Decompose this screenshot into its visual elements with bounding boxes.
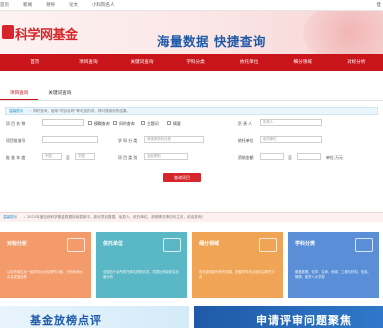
main-nav: 首页 项目查询 关键词查询 学科分类 依托单位 细分领域 对标分析: [0, 54, 383, 71]
card-title: 对标分析: [7, 241, 28, 247]
card-benchmark[interactable]: 对标分析 以依托单位及一级学科为对标研究对象，分析科研水平及发展态势: [0, 232, 91, 298]
pi-input[interactable]: 负责人: [260, 119, 322, 126]
login-link[interactable]: 登: [377, 2, 382, 8]
tab-keyword-search[interactable]: 关键词查询: [38, 87, 81, 100]
card-discipline[interactable]: 学科分类 覆盖数理、化学、生命、地球、工程与材料、信息、管理、医学八大学部: [288, 232, 379, 298]
exact-checkbox[interactable]: [113, 121, 117, 125]
card-units[interactable]: 依托单位 全国四十余所依托单位获批情况，同类比例及排名全面分析: [96, 232, 187, 298]
feature-cards: 对标分析 以依托单位及一级学科为对标研究对象，分析科研水平及发展态势 依托单位 …: [0, 232, 383, 298]
amount-unit: 单位:万元: [326, 155, 343, 160]
banner-slogan: 海量数据 快捷查询: [157, 34, 266, 49]
card-desc: 按关键词细分研究领域，把握学科热点及前沿研究方向: [199, 270, 275, 279]
info-text: ：2022年度自然科学基金数据持续更新中，新近项目数据、信息人、依托单位、资助情…: [23, 215, 206, 219]
notice-text: ：同时查询，使用“项目名称”等可选的词，同时搜索到的结果。: [29, 109, 131, 113]
amount-to-input[interactable]: [297, 153, 321, 160]
abstract-label: 摘要: [173, 121, 181, 126]
search-notice: 温馨提示 ：同时查询，使用“项目名称”等可选的词，同时搜索到的结果。: [5, 107, 378, 115]
nav-item-project-search[interactable]: 项目查询: [62, 54, 116, 71]
banner-decoration: [303, 11, 383, 54]
top-links: 首页 新闻 领导 论文 小科院名人: [0, 2, 115, 8]
tab-project-search[interactable]: 项目查询: [0, 87, 39, 100]
project-name-label: 项 目 名 称: [6, 121, 26, 126]
abstract-checkbox[interactable]: [167, 121, 171, 125]
info-tag: 温馨提示: [3, 215, 18, 219]
top-link-papers[interactable]: 论文: [69, 2, 78, 8]
site-logo[interactable]: 科学网基金: [15, 24, 78, 43]
nav-item-discipline[interactable]: 学科分类: [169, 54, 223, 71]
top-link-home[interactable]: 首页: [0, 2, 9, 8]
year-label: 批 准 年 度: [6, 155, 26, 160]
top-link-leaders[interactable]: 领导: [46, 2, 55, 8]
project-name-input[interactable]: [42, 119, 84, 126]
fuzzy-label: 模糊查询: [94, 121, 110, 126]
amount-to-label: 至: [288, 155, 292, 160]
building-icon: [163, 238, 181, 252]
theme-checkbox[interactable]: [141, 121, 145, 125]
card-title: 细分领域: [199, 241, 220, 247]
grid-icon: [259, 238, 277, 252]
approval-input[interactable]: [42, 136, 98, 143]
notice-tag: 温馨提示: [9, 109, 24, 113]
unit-input[interactable]: 依托单位: [260, 136, 322, 143]
theme-label: 主题词: [147, 121, 159, 126]
card-desc: 以依托单位及一级学科为对标研究对象，分析科研水平及发展态势: [7, 270, 83, 279]
category-select[interactable]: 全部类别: [144, 153, 188, 160]
pi-label: 负 责 人: [238, 121, 253, 126]
card-desc: 全国四十余所依托单位获批情况，同类比例及排名全面分析: [103, 270, 179, 279]
card-desc: 覆盖数理、化学、生命、地球、工程与材料、信息、管理、医学八大学部: [295, 270, 371, 279]
search-tabs: 项目查询 关键词查询: [0, 87, 383, 101]
nav-item-keyword-search[interactable]: 关键词查询: [115, 54, 169, 71]
nav-item-units[interactable]: 依托单位: [222, 54, 276, 71]
discipline-label: 学 科 分 类: [118, 138, 138, 143]
review-issues-banner[interactable]: 申请评审问题聚焦: [194, 306, 383, 328]
amount-label: 资助金额: [238, 155, 254, 160]
info-strip: 温馨提示 ：2022年度自然科学基金数据持续更新中，新近项目数据、信息人、依托单位…: [0, 212, 383, 222]
fund-review-banner[interactable]: 基金放榜点评: [0, 306, 189, 328]
banner-title: 申请评审问题聚焦: [256, 314, 352, 327]
year-to-label: 至: [66, 155, 70, 160]
card-fields[interactable]: 细分领域 按关键词细分研究领域，把握学科热点及前沿研究方向: [192, 232, 283, 298]
logo-icon: [2, 25, 14, 39]
top-link-people[interactable]: 小科院名人: [92, 2, 115, 8]
top-bar: 首页 新闻 领导 论文 小科院名人 登: [0, 0, 383, 11]
year-from-select[interactable]: 不限: [42, 153, 62, 160]
header-banner: 科学网基金 海量数据 快捷查询: [0, 11, 383, 54]
exact-label: 同时查询: [119, 121, 135, 126]
bottom-banners: 基金放榜点评 申请评审问题聚焦: [0, 306, 383, 328]
search-form: 项 目 名 称 模糊查询 同时查询 主题词 摘要 负 责 人 负责人 项目批准号…: [0, 115, 383, 185]
compare-icon: [67, 238, 85, 252]
card-title: 依托单位: [103, 241, 124, 247]
nav-item-fields[interactable]: 细分领域: [276, 54, 330, 71]
chart-icon: [355, 238, 373, 252]
year-to-select[interactable]: 不限: [75, 153, 95, 160]
banner-title: 基金放榜点评: [30, 314, 102, 327]
search-submit-button[interactable]: 查询项目: [163, 173, 201, 182]
approval-label: 项目批准号: [6, 138, 26, 143]
category-label: 项 目 类 别: [118, 155, 138, 160]
nav-item-home[interactable]: 首页: [8, 54, 62, 71]
card-title: 学科分类: [295, 241, 316, 247]
unit-label: 依托单位: [238, 138, 254, 143]
amount-from-input[interactable]: [260, 153, 284, 160]
fuzzy-checkbox[interactable]: [88, 121, 92, 125]
discipline-select[interactable]: 请选择学科分类: [144, 136, 204, 143]
nav-item-benchmark[interactable]: 对标分析: [329, 54, 383, 71]
top-link-news[interactable]: 新闻: [23, 2, 32, 8]
